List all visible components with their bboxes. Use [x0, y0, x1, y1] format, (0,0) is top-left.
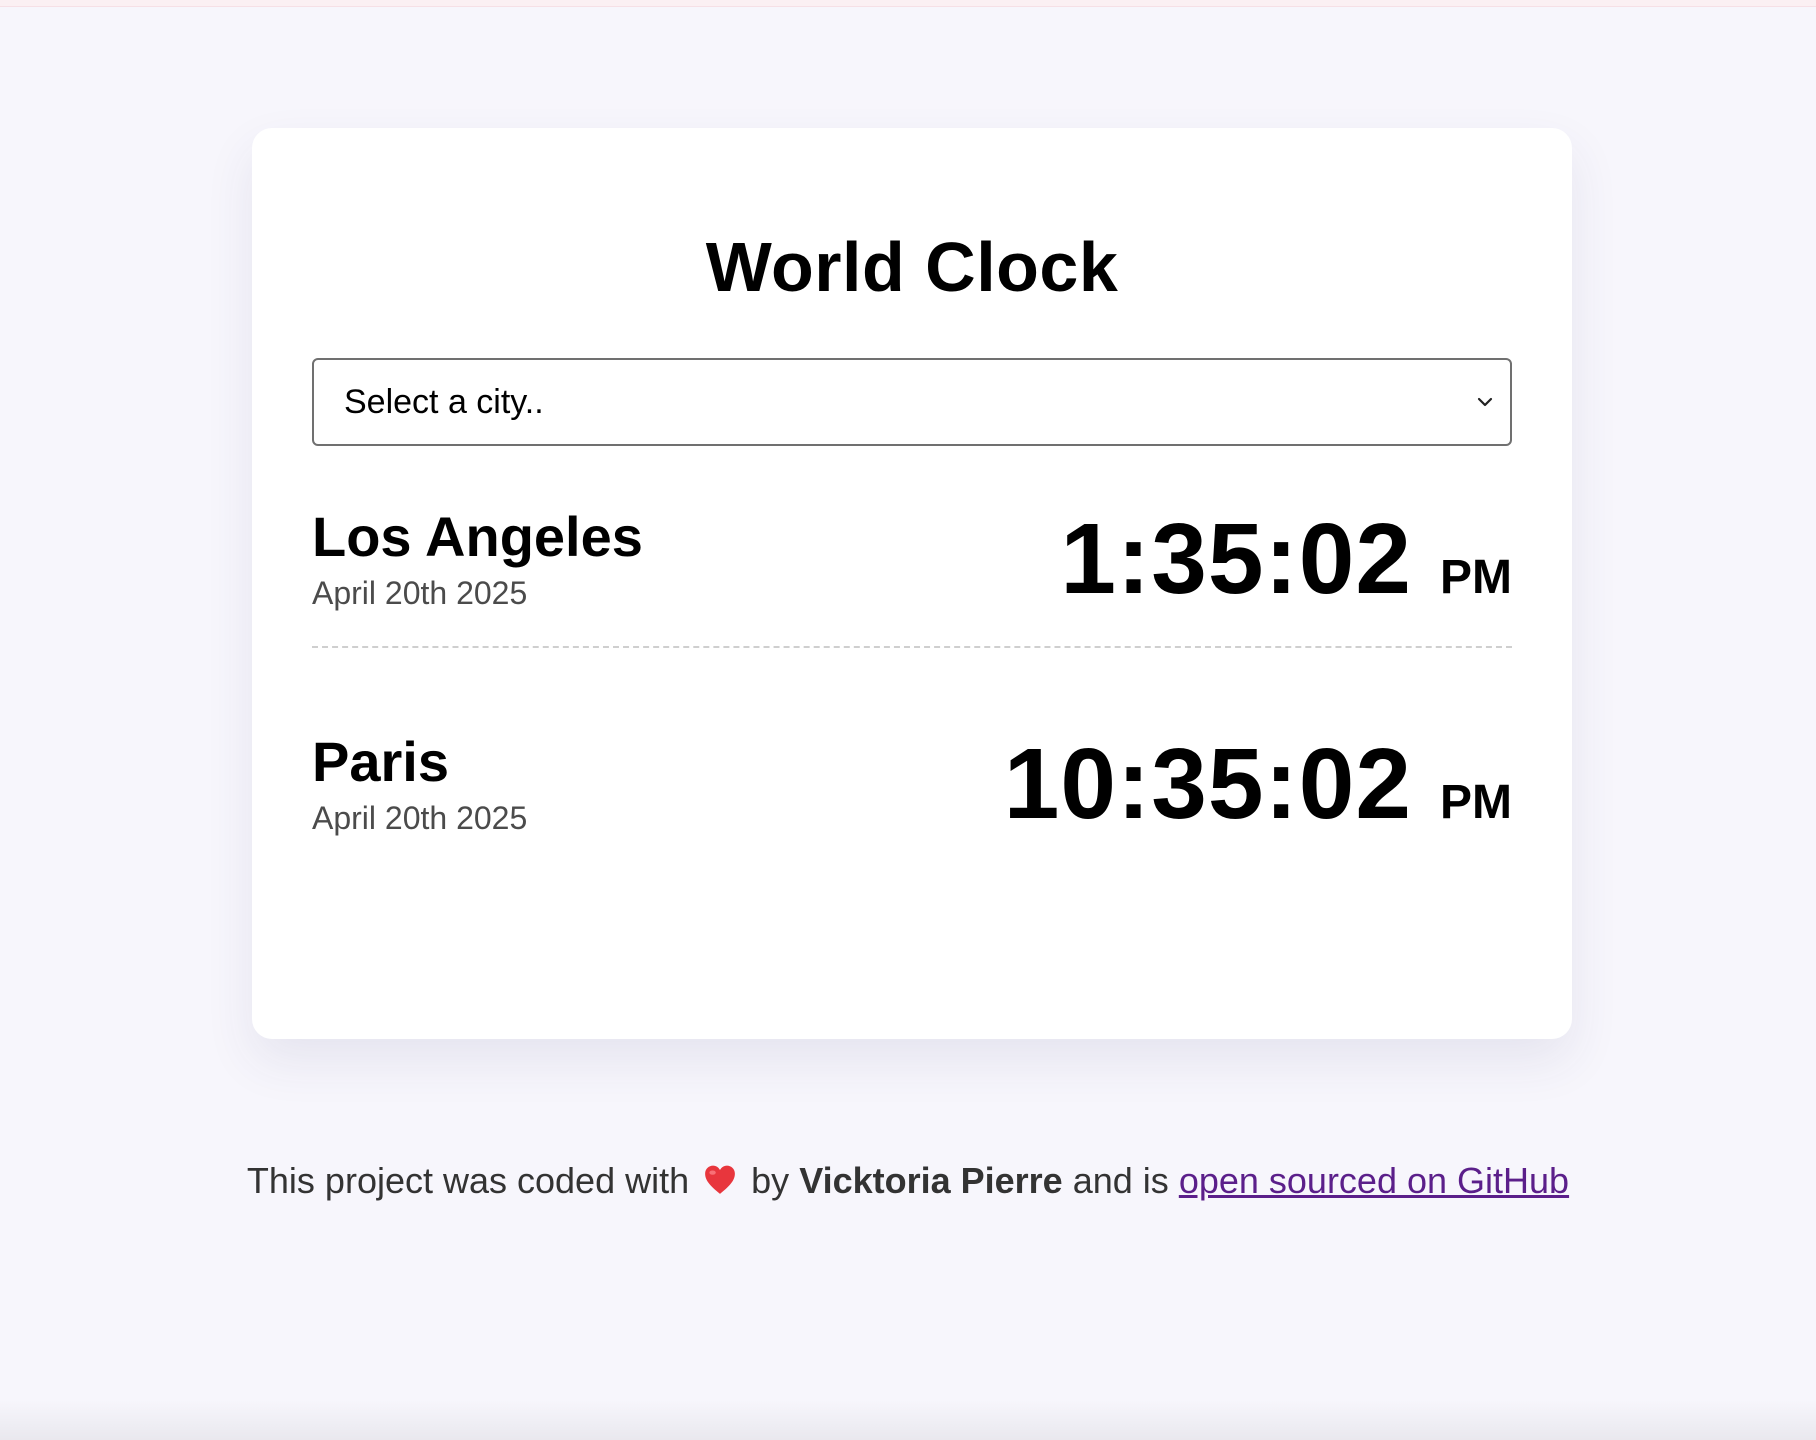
city-date: April 20th 2025 — [312, 575, 528, 612]
city-time: 1:35:02 PM — [1060, 509, 1512, 609]
city-name: Paris — [312, 729, 449, 793]
time-ampm: PM — [1440, 551, 1512, 604]
city-date: April 20th 2025 — [312, 800, 528, 837]
time-digits: 1:35:02 — [1060, 503, 1412, 615]
chevron-down-icon — [1477, 397, 1493, 407]
city-select[interactable]: Select a city.. — [312, 358, 1512, 446]
time-digits: 10:35:02 — [1003, 728, 1412, 840]
world-clock-card: World Clock Select a city.. Los Angeles … — [252, 128, 1572, 1039]
page-title: World Clock — [705, 228, 1119, 306]
city-name: Los Angeles — [312, 504, 643, 568]
city-info: Paris April 20th 2025 — [312, 731, 527, 838]
footer-author: Vicktoria Pierre — [799, 1160, 1063, 1201]
top-accent-bar — [0, 0, 1816, 7]
city-select-value: Select a city.. — [344, 382, 544, 421]
footer-prefix: This project was coded with — [246, 1160, 690, 1201]
time-ampm: PM — [1440, 776, 1512, 829]
github-link[interactable]: open sourced on GitHub — [1179, 1160, 1569, 1201]
heart-icon — [705, 1165, 736, 1194]
footer-by: by — [751, 1160, 790, 1201]
city-row-los-angeles: Los Angeles April 20th 2025 1:35:02 PM — [312, 506, 1512, 648]
bottom-shade — [0, 1400, 1816, 1440]
footer-middle: and is — [1072, 1160, 1169, 1201]
city-info: Los Angeles April 20th 2025 — [312, 506, 643, 613]
footer-credit: This project was coded with by Vicktoria… — [0, 1160, 1816, 1202]
city-time: 10:35:02 PM — [1004, 734, 1512, 834]
city-row-paris: Paris April 20th 2025 10:35:02 PM — [312, 722, 1512, 846]
